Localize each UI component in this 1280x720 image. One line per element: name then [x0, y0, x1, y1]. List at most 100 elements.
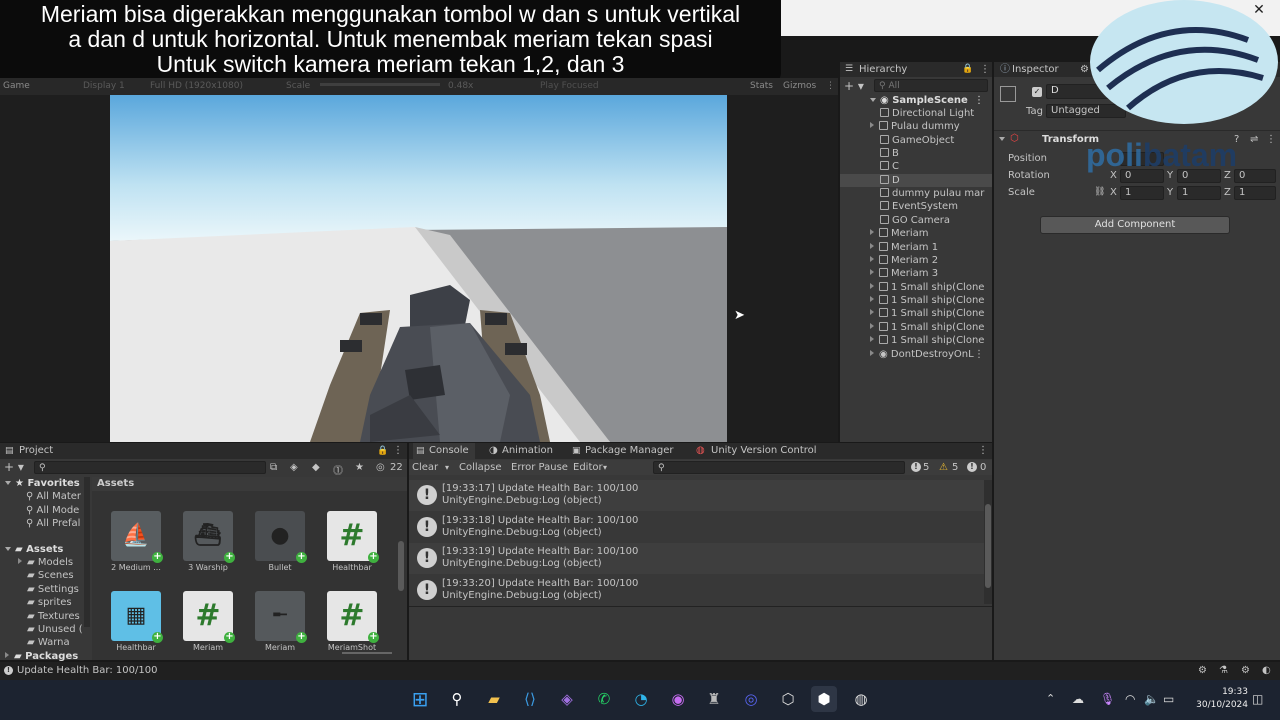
breadcrumb[interactable]: Assets: [92, 477, 407, 491]
vscode-icon[interactable]: ⟨⟩: [517, 686, 543, 712]
lock-icon[interactable]: 🔒: [962, 62, 973, 77]
status-icon-4[interactable]: ◐: [1262, 662, 1271, 680]
gizmos-dropdown[interactable]: Gizmos: [783, 78, 816, 95]
console-log-entry[interactable]: ! [19:33:20] Update Health Bar: 100/100 Un…: [409, 574, 984, 606]
project-lock-icon[interactable]: 🔒: [377, 443, 388, 459]
asset-tile[interactable]: ● + Bullet: [250, 511, 310, 572]
editor-dropdown-icon[interactable]: ▾: [603, 460, 607, 475]
clear-button[interactable]: Clear: [412, 460, 438, 475]
visual-studio-icon[interactable]: ◈: [554, 686, 580, 712]
wifi-icon[interactable]: ◠: [1125, 692, 1135, 706]
filter-type-icon[interactable]: ⧉: [270, 462, 277, 473]
asset-tile[interactable]: ⛵ +2 Medium ...: [106, 511, 166, 572]
asset-folder-item[interactable]: ▰ Models: [0, 556, 92, 569]
hierarchy-item[interactable]: B: [840, 147, 992, 160]
star-icon[interactable]: ★: [355, 462, 364, 473]
edge-icon[interactable]: ◔: [628, 686, 654, 712]
grid-scrollbar[interactable]: [398, 541, 404, 591]
warning-count-icon[interactable]: ⚠: [939, 460, 948, 475]
tray-chevron-icon[interactable]: ⌃: [1046, 692, 1055, 705]
collapse-arrow-icon[interactable]: [999, 134, 1009, 145]
asset-tile[interactable]: ⛴ +3 Warship: [178, 511, 238, 572]
hierarchy-menu-icon[interactable]: ⋮: [980, 62, 990, 77]
hierarchy-item[interactable]: 1 Small ship(Clone: [840, 321, 992, 334]
discord-icon[interactable]: ◎: [738, 686, 764, 712]
project-search-input[interactable]: ⚲: [34, 461, 266, 474]
hierarchy-item[interactable]: Pulau dummy: [840, 120, 992, 133]
notification-icon[interactable]: ◫: [1252, 692, 1263, 706]
unity-hub-icon[interactable]: ⬡: [775, 686, 801, 712]
scene-row[interactable]: ◉ SampleScene ⋮: [840, 94, 992, 107]
onedrive-icon[interactable]: ☁: [1072, 692, 1084, 706]
status-message[interactable]: Update Health Bar: 100/100: [17, 662, 157, 680]
console-search-input[interactable]: ⚲: [653, 461, 905, 474]
obs-icon[interactable]: ◍: [848, 686, 874, 712]
project-menu-icon[interactable]: ⋮: [393, 443, 403, 459]
status-icon-2[interactable]: ⚗: [1219, 662, 1228, 680]
expand-arrow-icon[interactable]: [18, 558, 22, 564]
expand-arrow-icon[interactable]: [870, 229, 874, 236]
tab-animation[interactable]: Animation: [502, 443, 553, 459]
error-pause-button[interactable]: Error Pause: [511, 460, 568, 475]
hierarchy-title[interactable]: Hierarchy: [859, 62, 907, 77]
asset-tile[interactable]: # + Healthbar: [322, 511, 382, 572]
scene-menu-icon[interactable]: ⋮: [974, 94, 984, 107]
hierarchy-item[interactable]: Meriam 2: [840, 254, 992, 267]
link-icon[interactable]: ⛓: [1094, 187, 1105, 197]
expand-arrow-icon[interactable]: [870, 309, 874, 316]
play-focused-dropdown[interactable]: Play Focused: [540, 78, 599, 95]
expand-arrow-icon[interactable]: [870, 322, 874, 329]
transform-menu-icon[interactable]: ⋮: [1266, 134, 1276, 145]
windows-start-icon[interactable]: ⊞: [407, 686, 433, 712]
stats-button[interactable]: Stats: [750, 78, 773, 95]
hierarchy-item[interactable]: D: [840, 173, 992, 187]
tag-filter-icon[interactable]: ◆: [312, 462, 320, 473]
file-explorer-icon[interactable]: ▰: [481, 686, 507, 712]
asset-tile[interactable]: ▦ + Healthbar: [106, 591, 166, 652]
hierarchy-item[interactable]: C: [840, 160, 992, 173]
zoom-slider[interactable]: [342, 652, 392, 654]
hierarchy-item[interactable]: GO Camera: [840, 214, 992, 227]
favorites-item[interactable]: ⚲ All Mater: [0, 490, 92, 503]
assets-row[interactable]: ▰ Assets: [0, 543, 92, 556]
tab-console[interactable]: Console: [429, 443, 469, 459]
battery-icon[interactable]: ▭: [1163, 692, 1174, 706]
expand-arrow-icon[interactable]: [870, 282, 874, 289]
game-tab[interactable]: Game: [3, 78, 30, 95]
inspector-title[interactable]: Inspector: [1012, 62, 1059, 77]
asset-folder-item[interactable]: ▰ Textures: [0, 610, 92, 623]
expand-arrow-icon[interactable]: [870, 255, 874, 262]
scale-z-field[interactable]: 1: [1234, 186, 1276, 200]
clock[interactable]: 19:33 30/10/2024: [1186, 686, 1248, 712]
editor-dropdown[interactable]: Editor: [573, 460, 603, 475]
favorites-item[interactable]: ⚲ All Prefal: [0, 517, 92, 530]
error-count-icon[interactable]: !: [967, 462, 977, 472]
asset-folder-item[interactable]: ▰ Unused (: [0, 623, 92, 636]
hierarchy-item[interactable]: 1 Small ship(Clone: [840, 281, 992, 294]
tab-version-control[interactable]: Unity Version Control: [711, 443, 817, 459]
asset-tile[interactable]: # + MeriamShot: [322, 591, 382, 652]
preset-icon[interactable]: ⇌: [1250, 134, 1258, 145]
console-log-entry[interactable]: ! [19:33:17] Update Health Bar: 100/100 Un…: [409, 480, 984, 511]
console-log-entry[interactable]: ! [19:33:18] Update Health Bar: 100/100 Un…: [409, 511, 984, 543]
project-add-button[interactable]: + ▾: [4, 461, 24, 473]
app-icon-mask[interactable]: ◉: [665, 686, 691, 712]
unity-editor-icon[interactable]: ⬢: [811, 686, 837, 712]
project-title[interactable]: Project: [19, 443, 53, 459]
asset-folder-item[interactable]: ▰ sprites: [0, 596, 92, 609]
status-icon-1[interactable]: ⚙: [1198, 662, 1207, 680]
hierarchy-item[interactable]: Directional Light: [840, 107, 992, 120]
filter-label-icon[interactable]: ◈: [290, 462, 298, 473]
hierarchy-item[interactable]: Meriam: [840, 227, 992, 240]
scale-x-field[interactable]: 1: [1120, 186, 1164, 200]
display-dropdown[interactable]: Display 1: [83, 78, 125, 95]
console-log-entry[interactable]: ! [19:33:19] Update Health Bar: 100/100 Un…: [409, 543, 984, 574]
scale-slider[interactable]: [320, 83, 440, 86]
hierarchy-item[interactable]: Meriam 3: [840, 267, 992, 280]
clear-dropdown-icon[interactable]: ▾: [445, 460, 449, 475]
hierarchy-item[interactable]: Meriam 1: [840, 241, 992, 254]
asset-tile[interactable]: ╾ + Meriam: [250, 591, 310, 652]
whatsapp-icon[interactable]: ✆: [591, 686, 617, 712]
volume-icon[interactable]: 🔈: [1144, 692, 1159, 706]
dontdestroy-row[interactable]: ◉ DontDestroyOnL ⋮: [840, 348, 992, 361]
